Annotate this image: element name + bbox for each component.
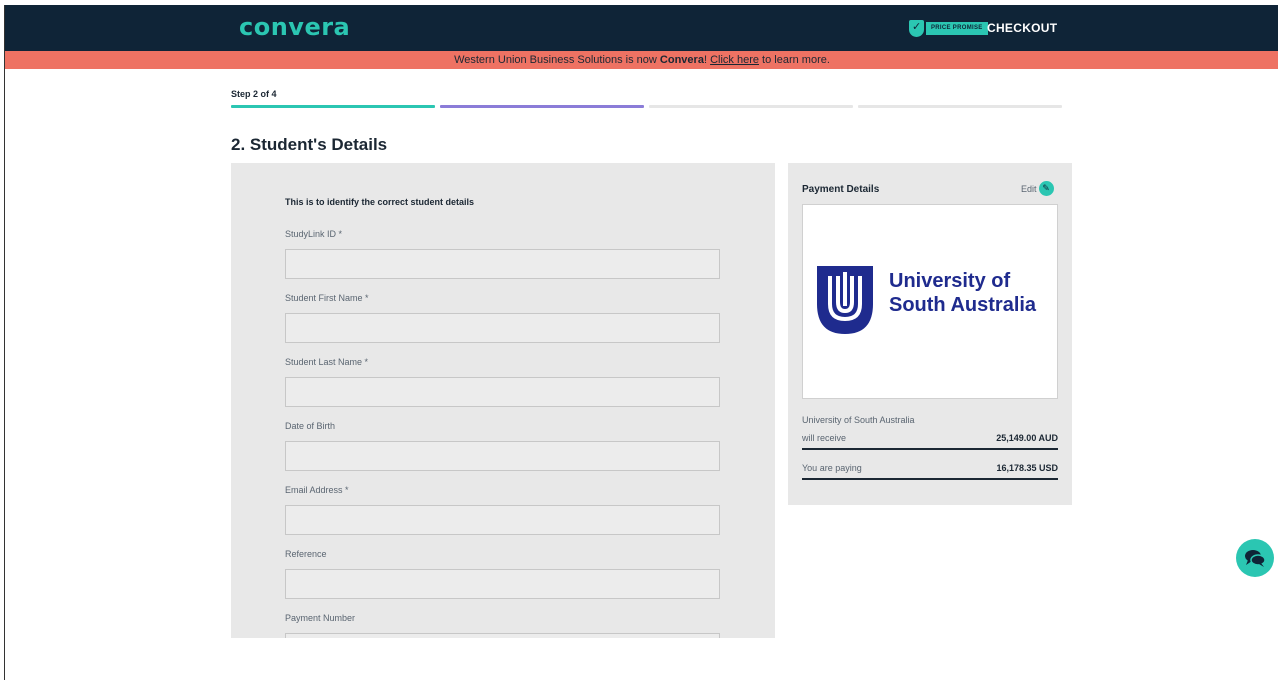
you-are-paying-label: You are paying xyxy=(802,463,862,473)
checkout-label: CHECKOUT xyxy=(987,21,1058,35)
payment-number-label: Payment Number xyxy=(285,613,356,623)
page: convera PRICE PROMISE CHECKOUT Western U… xyxy=(4,5,1278,680)
studylink-id-input[interactable] xyxy=(285,249,720,279)
you-are-paying-row: You are paying 16,178.35 USD xyxy=(802,463,1058,480)
last-name-label: Student Last Name * xyxy=(285,357,369,367)
student-details-form: This is to identify the correct student … xyxy=(231,163,775,638)
chat-button[interactable] xyxy=(1236,539,1274,577)
banner-text-after: to learn more. xyxy=(758,54,830,66)
section-title: 2. Student's Details xyxy=(231,135,388,154)
will-receive-amount: 25,149.00 AUD xyxy=(996,433,1058,443)
you-are-paying-amount: 16,178.35 USD xyxy=(996,463,1058,473)
banner-text-before: Western Union Business Solutions is now xyxy=(454,54,660,66)
edit-payment-button[interactable]: Edit ✎ xyxy=(1021,181,1054,196)
edit-label: Edit xyxy=(1021,183,1037,194)
price-promise[interactable]: PRICE PROMISE xyxy=(909,20,988,37)
form-intro: This is to identify the correct student … xyxy=(285,197,475,207)
banner-brand: Convera xyxy=(659,54,704,66)
university-logo-text: University of South Australia xyxy=(889,269,1036,317)
date-of-birth-input[interactable] xyxy=(285,441,720,471)
payment-details-card: Payment Details Edit ✎ University of Sou… xyxy=(788,163,1072,505)
studylink-id-label: StudyLink ID * xyxy=(285,229,343,239)
progress-segment-3 xyxy=(649,105,853,108)
university-logo-line-1: University of xyxy=(889,270,1011,292)
price-promise-badge: PRICE PROMISE xyxy=(926,22,988,35)
reference-label: Reference xyxy=(285,549,327,559)
payment-number-input[interactable] xyxy=(285,633,720,638)
first-name-label: Student First Name * xyxy=(285,293,369,303)
first-name-input[interactable] xyxy=(285,313,720,343)
last-name-input[interactable] xyxy=(285,377,720,407)
university-logo-line-2: South Australia xyxy=(889,294,1037,316)
step-indicator: Step 2 of 4 xyxy=(231,89,277,99)
email-address-label: Email Address * xyxy=(285,485,349,495)
university-crest-icon xyxy=(817,266,873,334)
will-receive-label: will receive xyxy=(802,433,847,443)
top-navigation-bar: convera PRICE PROMISE CHECKOUT xyxy=(5,5,1278,51)
institution-name: University of South Australia xyxy=(802,415,915,425)
chat-bubbles-icon xyxy=(1245,550,1266,567)
will-receive-row: will receive 25,149.00 AUD xyxy=(802,433,1058,450)
convera-logo[interactable]: convera xyxy=(239,13,350,41)
pencil-icon[interactable]: ✎ xyxy=(1038,181,1054,196)
shield-check-icon xyxy=(909,20,924,37)
payment-details-title: Payment Details xyxy=(802,184,880,195)
institution-logo-box: University of South Australia xyxy=(802,204,1058,399)
rebrand-banner: Western Union Business Solutions is now … xyxy=(5,51,1278,69)
email-address-input[interactable] xyxy=(285,505,720,535)
reference-input[interactable] xyxy=(285,569,720,599)
date-of-birth-label: Date of Birth xyxy=(285,421,336,431)
progress-segment-4 xyxy=(858,105,1062,108)
progress-segment-2 xyxy=(440,105,644,108)
progress-segment-1 xyxy=(231,105,435,108)
banner-learn-more-link[interactable]: Click here xyxy=(710,54,759,66)
